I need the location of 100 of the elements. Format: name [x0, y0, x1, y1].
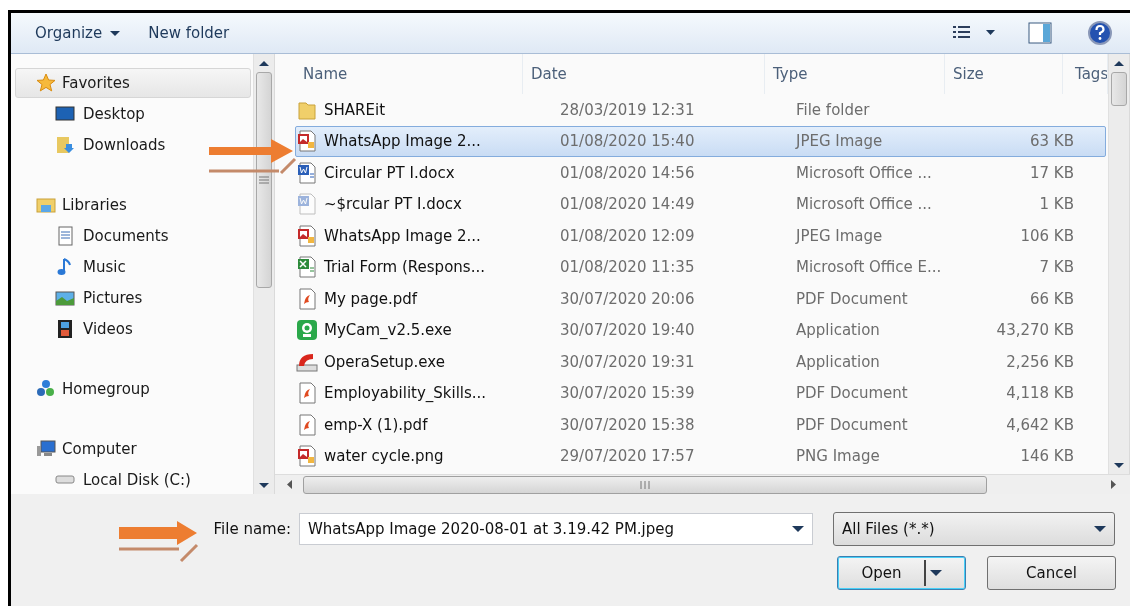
sidebar-item[interactable]: Documents — [11, 220, 253, 251]
webcam-app-icon — [296, 319, 318, 342]
sidebar-group[interactable]: Computer — [15, 434, 251, 464]
date-cell-text: 28/03/2019 12:31 — [559, 100, 696, 119]
size-cell-text: 1 KB — [1038, 195, 1075, 214]
type-cell-text: Application — [795, 321, 881, 340]
grip-icon — [640, 480, 650, 489]
column-header[interactable]: Name — [275, 54, 523, 94]
pdf-file-icon — [296, 413, 318, 436]
size-cell-text: 66 KB — [1029, 289, 1075, 308]
date-cell-text: 30/07/2020 15:38 — [559, 415, 696, 434]
size-cell-text: 4,118 KB — [1005, 384, 1075, 403]
file-row[interactable]: My page.pdf 30/07/2020 20:06 PDF Document 66 KB — [295, 283, 1106, 315]
type-cell-text: JPEG Image — [794, 226, 884, 245]
sidebar-item[interactable]: Downloads — [11, 129, 253, 160]
image-file-icon — [296, 445, 318, 468]
date-cell-text: 30/07/2020 19:31 — [559, 352, 696, 371]
size-cell-text: 2,256 KB — [1005, 352, 1075, 371]
preview-pane-icon[interactable] — [1028, 22, 1052, 44]
sidebar-group[interactable]: Homegroup — [15, 374, 251, 404]
size-cell-text: 7 KB — [1038, 258, 1075, 277]
organize-menu[interactable]: Organize — [25, 20, 131, 46]
file-name: OperaSetup.exe — [324, 352, 445, 371]
file-row[interactable]: WhatsApp Image 2... 01/08/2020 15:40 JPEG Image 63 KB — [295, 125, 1106, 157]
type-cell-text: PNG Image — [795, 447, 881, 466]
new-folder-button[interactable]: New folder — [138, 20, 240, 46]
file-row[interactable]: WhatsApp Image 2... 01/08/2020 12:09 JPEG Image 106 KB — [295, 220, 1106, 252]
date-cell-text: 01/08/2020 14:56 — [559, 163, 696, 182]
size-cell-text: 106 KB — [1019, 226, 1075, 245]
type-cell-text: PDF Document — [795, 384, 909, 403]
file-name: water cycle.png — [324, 447, 444, 466]
date-cell-text: 01/08/2020 11:35 — [559, 258, 696, 277]
file-row[interactable]: Trial Form (Respons... 01/08/2020 11:35 Microsoft Office E... 7 KB — [295, 251, 1106, 283]
date-cell-text: 30/07/2020 20:06 — [559, 289, 696, 308]
image-file-icon — [296, 224, 318, 247]
file-type-dropdown[interactable]: All Files (*.*) — [833, 512, 1115, 546]
sidebar-group[interactable]: Libraries — [15, 190, 251, 220]
column-header[interactable]: Type — [765, 54, 945, 94]
dropdown-caret-icon — [792, 526, 804, 532]
open-button[interactable]: Open — [837, 556, 966, 590]
file-name-label: File name: — [213, 520, 291, 538]
film-icon — [55, 318, 75, 339]
scroll-thumb[interactable] — [1111, 72, 1127, 106]
help-icon[interactable] — [1088, 21, 1112, 45]
file-name: Trial Form (Respons... — [324, 258, 485, 277]
file-row[interactable]: SHAREit 28/03/2019 12:31 File folder — [295, 94, 1106, 126]
sidebar-item[interactable]: Pictures — [11, 282, 253, 313]
type-cell-text: Microsoft Office E... — [795, 258, 943, 277]
list-scrollbar[interactable] — [1108, 54, 1130, 474]
file-row[interactable]: water cycle.png 29/07/2020 17:57 PNG Image 146 KB — [295, 440, 1106, 472]
file-name: WhatsApp Image 2... — [324, 226, 481, 245]
type-cell-text: PDF Document — [795, 415, 909, 434]
column-header[interactable]: Size — [945, 54, 1063, 94]
homegroup-icon — [36, 379, 56, 399]
pdf-file-icon — [296, 382, 318, 405]
file-name: SHAREit — [324, 100, 385, 119]
word-document-icon — [296, 161, 318, 184]
sidebar-scrollbar[interactable] — [253, 54, 275, 494]
date-cell-text: 30/07/2020 19:40 — [559, 321, 696, 340]
scroll-right-icon — [1110, 480, 1116, 489]
file-name: Circular PT I.docx — [324, 163, 455, 182]
scroll-thumb[interactable] — [256, 72, 272, 288]
file-row[interactable]: Circular PT I.docx 01/08/2020 14:56 Microsoft Office ... 17 KB — [295, 157, 1106, 189]
scroll-up-icon — [1114, 60, 1124, 66]
sidebar-group[interactable]: Favorites — [15, 68, 251, 98]
file-row[interactable]: ~$rcular PT I.docx 01/08/2020 14:49 Microsoft Office ... 1 KB — [295, 188, 1106, 220]
word-document-icon — [296, 193, 318, 216]
file-name-field[interactable]: WhatsApp Image 2020-08-01 at 3.19.42 PM.jpeg — [299, 513, 813, 545]
scroll-thumb[interactable] — [303, 475, 987, 494]
file-name: ~$rcular PT I.docx — [324, 195, 462, 214]
file-name: My page.pdf — [324, 289, 418, 308]
star-icon — [36, 73, 56, 93]
dropdown-caret-icon — [1094, 526, 1106, 532]
caret-icon — [929, 570, 942, 576]
file-row[interactable]: MyCam_v2.5.exe 30/07/2020 19:40 Application 43,270 KB — [295, 314, 1106, 346]
sidebar-item[interactable]: Local Disk (C:) — [11, 464, 253, 494]
document-icon — [55, 225, 75, 246]
type-cell-text: File folder — [795, 100, 871, 119]
scroll-down-icon — [1114, 462, 1124, 468]
scroll-left-icon — [286, 480, 292, 489]
date-cell-text: 30/07/2020 15:39 — [559, 384, 696, 403]
file-row[interactable]: emp-X (1).pdf 30/07/2020 15:38 PDF Document 4,642 KB — [295, 409, 1106, 441]
file-name: MyCam_v2.5.exe — [324, 321, 452, 340]
file-name: Employability_Skills... — [324, 384, 487, 403]
cancel-button[interactable]: Cancel — [987, 556, 1116, 590]
horizontal-scrollbar[interactable] — [275, 474, 1130, 494]
monitor-icon — [55, 103, 75, 124]
sidebar-item[interactable]: Desktop — [11, 98, 253, 129]
sidebar-item[interactable]: Videos — [11, 313, 253, 344]
file-row[interactable]: OperaSetup.exe 30/07/2020 19:31 Application 2,256 KB — [295, 346, 1106, 378]
sidebar-item[interactable]: Music — [11, 251, 253, 282]
date-cell-text: 01/08/2020 14:49 — [559, 195, 696, 214]
size-cell-text: 43,270 KB — [995, 321, 1075, 340]
column-header[interactable]: Date — [523, 54, 765, 94]
date-cell-text: 01/08/2020 12:09 — [559, 226, 696, 245]
file-row[interactable]: Employability_Skills... 30/07/2020 15:39 PDF Document 4,118 KB — [295, 377, 1106, 409]
size-cell-text: 17 KB — [1029, 163, 1075, 182]
view-options-icon[interactable] — [952, 25, 996, 41]
scroll-down-icon — [259, 482, 269, 488]
grip-icon — [259, 176, 269, 184]
